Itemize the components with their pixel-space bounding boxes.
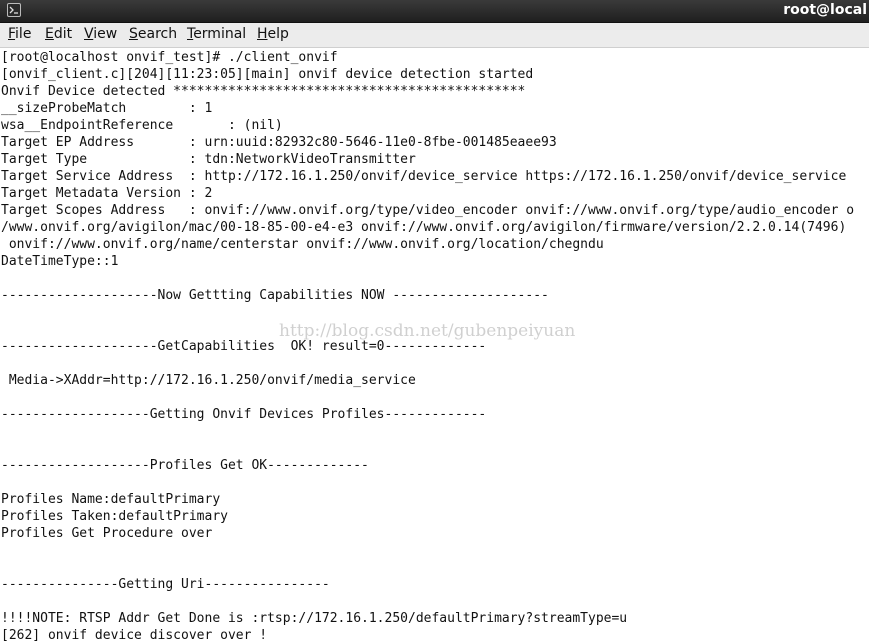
terminal-line: Target Service Address : http://172.16.1… — [1, 169, 847, 184]
terminal-line: Profiles Taken:defaultPrimary — [1, 509, 228, 524]
terminal-line: Media->XAddr=http://172.16.1.250/onvif/m… — [1, 373, 416, 388]
menu-file-mnemonic: F — [8, 26, 16, 42]
terminal-line: [262] onvif device discover over ! — [1, 628, 268, 643]
terminal-line: Profiles Get Procedure over — [1, 526, 213, 541]
terminal-line: /www.onvif.org/avigilon/mac/00-18-85-00-… — [1, 220, 847, 235]
terminal-line: --------------------Now Gettting Capabil… — [1, 288, 549, 303]
menu-edit[interactable]: Edit — [45, 26, 72, 42]
menu-file-label: ile — [15, 26, 32, 42]
terminal-icon[interactable] — [7, 3, 21, 17]
terminal-line: onvif://www.onvif.org/name/centerstar on… — [1, 237, 604, 252]
terminal-line: [root@localhost onvif_test]# ./client_on… — [1, 50, 338, 65]
terminal-line: Target Scopes Address : onvif://www.onvi… — [1, 203, 855, 218]
terminal-line: Target EP Address : urn:uuid:82932c80-56… — [1, 135, 557, 150]
terminal-line: Target Type : tdn:NetworkVideoTransmitte… — [1, 152, 416, 167]
menu-help[interactable]: Help — [257, 26, 289, 42]
menu-edit-mnemonic: E — [45, 26, 54, 42]
menu-terminal-label: erminal — [193, 26, 247, 42]
menu-terminal[interactable]: Terminal — [187, 26, 246, 42]
terminal-line: Onvif Device detected ******************… — [1, 84, 526, 99]
terminal-line: !!!!NOTE: RTSP Addr Get Done is :rtsp://… — [1, 611, 628, 626]
menu-view-mnemonic: V — [84, 26, 94, 42]
menu-search[interactable]: Search — [129, 26, 177, 42]
menu-bar: File Edit View Search Terminal Help — [0, 23, 869, 48]
terminal-line: wsa__EndpointReference : (nil) — [1, 118, 283, 133]
title-bar[interactable]: root@local — [0, 0, 869, 23]
terminal-line: ---------------Getting Uri--------------… — [1, 577, 330, 592]
menu-edit-label: dit — [53, 26, 73, 42]
terminal-window: root@local File Edit View Search Termina… — [0, 0, 869, 643]
terminal-line: DateTimeType::1 — [1, 254, 119, 269]
terminal-line: [onvif_client.c][204][11:23:05][main] on… — [1, 67, 534, 82]
terminal-line: __sizeProbeMatch : 1 — [1, 101, 213, 116]
terminal-line: -------------------Getting Onvif Devices… — [1, 407, 487, 422]
terminal-line: -------------------Profiles Get OK------… — [1, 458, 369, 473]
menu-help-label: elp — [267, 26, 289, 42]
terminal-line: Profiles Name:defaultPrimary — [1, 492, 221, 507]
menu-view-label: iew — [93, 26, 118, 42]
window-title: root@local — [783, 2, 867, 18]
menu-help-mnemonic: H — [257, 26, 268, 42]
menu-view[interactable]: View — [84, 26, 117, 42]
terminal-line: Target Metadata Version : 2 — [1, 186, 213, 201]
menu-search-mnemonic: S — [129, 26, 138, 42]
menu-search-label: earch — [137, 26, 178, 42]
terminal-output[interactable]: [root@localhost onvif_test]# ./client_on… — [0, 48, 869, 643]
terminal-line: --------------------GetCapabilities OK! … — [1, 339, 487, 354]
menu-file[interactable]: File — [8, 26, 31, 42]
